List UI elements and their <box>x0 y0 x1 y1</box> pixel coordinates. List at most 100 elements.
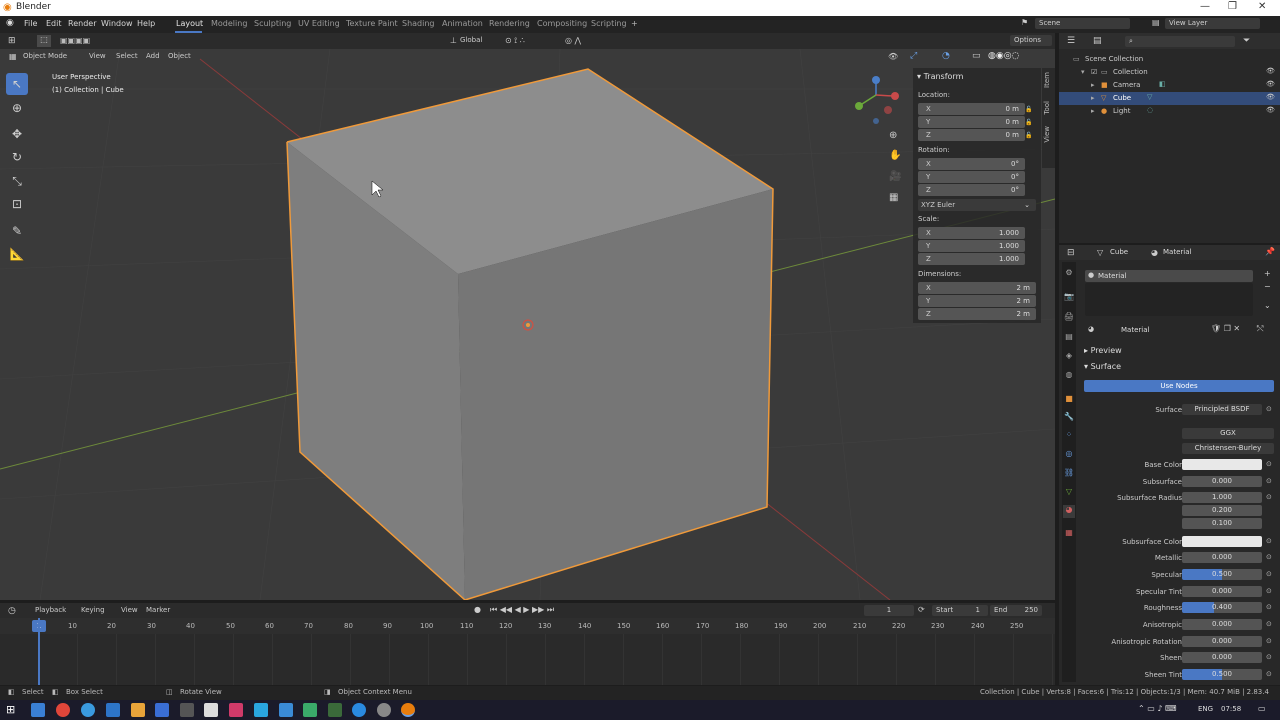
row-value[interactable]: 0.000 <box>1182 652 1262 663</box>
texture-tab-icon[interactable]: ▦ <box>1063 528 1075 541</box>
edge-icon[interactable] <box>352 703 366 717</box>
location-z[interactable]: Z 0 m <box>918 129 1025 141</box>
maximize-icon[interactable]: ❐ <box>1228 1 1237 12</box>
overlay-toggle-icon[interactable]: ◔ <box>942 51 950 61</box>
app-icon-darkblue[interactable] <box>155 703 169 717</box>
visibility-icon[interactable]: 👁 <box>888 52 898 61</box>
menu-help[interactable]: Help <box>137 19 155 28</box>
playback-controls-icon[interactable]: ⏮ ◀◀ ◀ ▶ ▶▶ ⏭ <box>490 605 554 615</box>
specular-row[interactable]: Specular 0.500 ⊙ <box>1080 569 1276 581</box>
app-icon-green[interactable] <box>303 703 317 717</box>
rotation-x[interactable]: X 0° <box>918 158 1025 170</box>
minimize-icon[interactable]: — <box>1200 1 1210 12</box>
display-mode-icon[interactable]: ▤ <box>1093 36 1102 46</box>
menu-view-timeline[interactable]: View <box>121 606 138 614</box>
select-box-icon[interactable]: ⬚ <box>37 35 51 47</box>
system-tray-icons[interactable]: ⌃ ▭ ♪ ⌨ <box>1138 704 1177 713</box>
outliner-editor-icon[interactable]: ☰ <box>1067 36 1075 46</box>
row-value[interactable] <box>1182 536 1262 547</box>
cursor-tool-icon[interactable]: ⊕ <box>6 97 28 119</box>
object-mode-dropdown[interactable]: Object Mode <box>23 52 67 60</box>
blender-taskbar-icon[interactable] <box>401 703 415 717</box>
row-value[interactable]: 0.100 <box>1182 518 1262 529</box>
scale-y[interactable]: Y 1.000 <box>918 240 1025 252</box>
camera-view-icon[interactable]: 🎥 <box>889 171 901 182</box>
app-icon-lightblue[interactable] <box>279 703 293 717</box>
pivot-icon[interactable]: ⊙ ⟟ ∴ <box>505 36 525 46</box>
specular-tint-row[interactable]: Specular Tint 0.000 ⊙ <box>1080 586 1276 598</box>
location-x[interactable]: X 0 m <box>918 103 1025 115</box>
tab-texture-paint[interactable]: Texture Paint <box>346 19 398 28</box>
row-value[interactable]: Principled BSDF <box>1182 404 1262 415</box>
row-value[interactable]: Christensen-Burley <box>1182 443 1274 454</box>
scene-selector[interactable]: Scene <box>1035 18 1130 29</box>
world-tab-icon[interactable]: ◍ <box>1063 370 1075 383</box>
remove-slot-icon[interactable]: − <box>1264 282 1271 291</box>
expand-icon[interactable]: ▸ <box>1091 94 1095 102</box>
subsurface-method-row[interactable]: Christensen-Burley <box>1080 443 1276 455</box>
subsurface-row[interactable]: Subsurface 0.000 ⊙ <box>1080 476 1276 488</box>
rotation-y[interactable]: Y 0° <box>918 171 1025 183</box>
gizmo-toggle-icon[interactable]: ⤢ <box>910 51 917 61</box>
timeline-editor-icon[interactable]: ◷ <box>8 606 16 616</box>
menu-marker[interactable]: Marker <box>146 606 170 614</box>
distribution-row[interactable]: GGX <box>1080 428 1276 440</box>
tab-tool[interactable]: Tool <box>1043 101 1054 115</box>
rotation-mode-dropdown[interactable]: XYZ Euler ⌄ <box>918 199 1036 211</box>
windows-start-icon[interactable]: ⊞ <box>6 703 15 716</box>
tab-rendering[interactable]: Rendering <box>489 19 530 28</box>
select-tool-icon[interactable]: ↖ <box>6 73 28 95</box>
xray-icon[interactable]: ▭ <box>972 51 981 61</box>
object-tab-icon[interactable]: ■ <box>1063 394 1075 407</box>
clock[interactable]: 07:58 <box>1221 705 1241 713</box>
zoom-icon[interactable]: ⊕ <box>889 130 897 141</box>
menu-file[interactable]: File <box>24 19 37 28</box>
checkbox-icon[interactable]: ☑ <box>1091 68 1097 76</box>
socket-icon[interactable]: ⊙ <box>1266 537 1272 545</box>
socket-icon[interactable]: ⊙ <box>1266 570 1272 578</box>
tab-modeling[interactable]: Modeling <box>211 19 247 28</box>
options-dropdown[interactable]: Options <box>1010 35 1052 46</box>
output-tab-icon[interactable]: 🖨 <box>1063 312 1075 325</box>
outliner-row[interactable]: ▭ Scene Collection <box>1059 53 1280 66</box>
proportional-icon[interactable]: ◎ ⋀ <box>565 36 581 45</box>
timeline-area[interactable] <box>0 634 1055 685</box>
material-tab-icon[interactable]: ◕ <box>1063 505 1075 518</box>
outliner-row[interactable]: ▾ ☑ ▭ Collection 👁 <box>1059 66 1280 79</box>
tab-animation[interactable]: Animation <box>442 19 483 28</box>
menu-playback[interactable]: Playback <box>35 606 66 614</box>
socket-icon[interactable]: ⊙ <box>1266 553 1272 561</box>
close-icon[interactable]: ✕ <box>1258 1 1266 12</box>
lock-icon[interactable]: 🔓 <box>1025 106 1032 113</box>
transform-tool-icon[interactable]: ⊡ <box>6 193 28 215</box>
anisotropic-row[interactable]: Anisotropic 0.000 ⊙ <box>1080 619 1276 631</box>
eye-icon[interactable]: 👁 <box>1266 80 1275 88</box>
sheen-tint-row[interactable]: Sheen Tint 0.500 ⊙ <box>1080 669 1276 681</box>
menu-keying[interactable]: Keying <box>81 606 105 614</box>
pan-hand-icon[interactable]: ✋ <box>889 150 901 161</box>
eye-icon[interactable]: 👁 <box>1266 93 1275 101</box>
expand-icon[interactable]: ▾ <box>1081 68 1085 76</box>
notification-icon[interactable]: ▭ <box>1258 704 1266 713</box>
app-icon-gray[interactable] <box>180 703 194 717</box>
notepad-icon[interactable] <box>204 703 218 717</box>
expand-icon[interactable]: ▸ <box>1091 107 1095 115</box>
tab-sculpting[interactable]: Sculpting <box>254 19 291 28</box>
add-workspace-button[interactable]: + <box>631 19 638 28</box>
scale-z[interactable]: Z 1.000 <box>918 253 1025 265</box>
socket-icon[interactable]: ⊙ <box>1266 460 1272 468</box>
eye-icon[interactable]: 👁 <box>1266 106 1275 114</box>
scene-tab-icon[interactable]: ◈ <box>1063 351 1075 364</box>
tab-uv-editing[interactable]: UV Editing <box>298 19 340 28</box>
rotate-tool-icon[interactable]: ↻ <box>6 146 28 168</box>
menu-render[interactable]: Render <box>68 19 96 28</box>
move-tool-icon[interactable]: ✥ <box>6 123 28 145</box>
app-icon-cyan[interactable] <box>254 703 268 717</box>
rotation-z[interactable]: Z 0° <box>918 184 1025 196</box>
eye-icon[interactable]: 👁 <box>1266 67 1275 75</box>
filter-icon[interactable]: ⏷ <box>1243 36 1250 46</box>
row-value[interactable]: 0.000 <box>1182 636 1262 647</box>
particles-tab-icon[interactable]: ⁘ <box>1063 430 1075 443</box>
measure-tool-icon[interactable]: 📐 <box>6 243 28 265</box>
preview-range-icon[interactable]: ⟳ <box>918 605 925 614</box>
